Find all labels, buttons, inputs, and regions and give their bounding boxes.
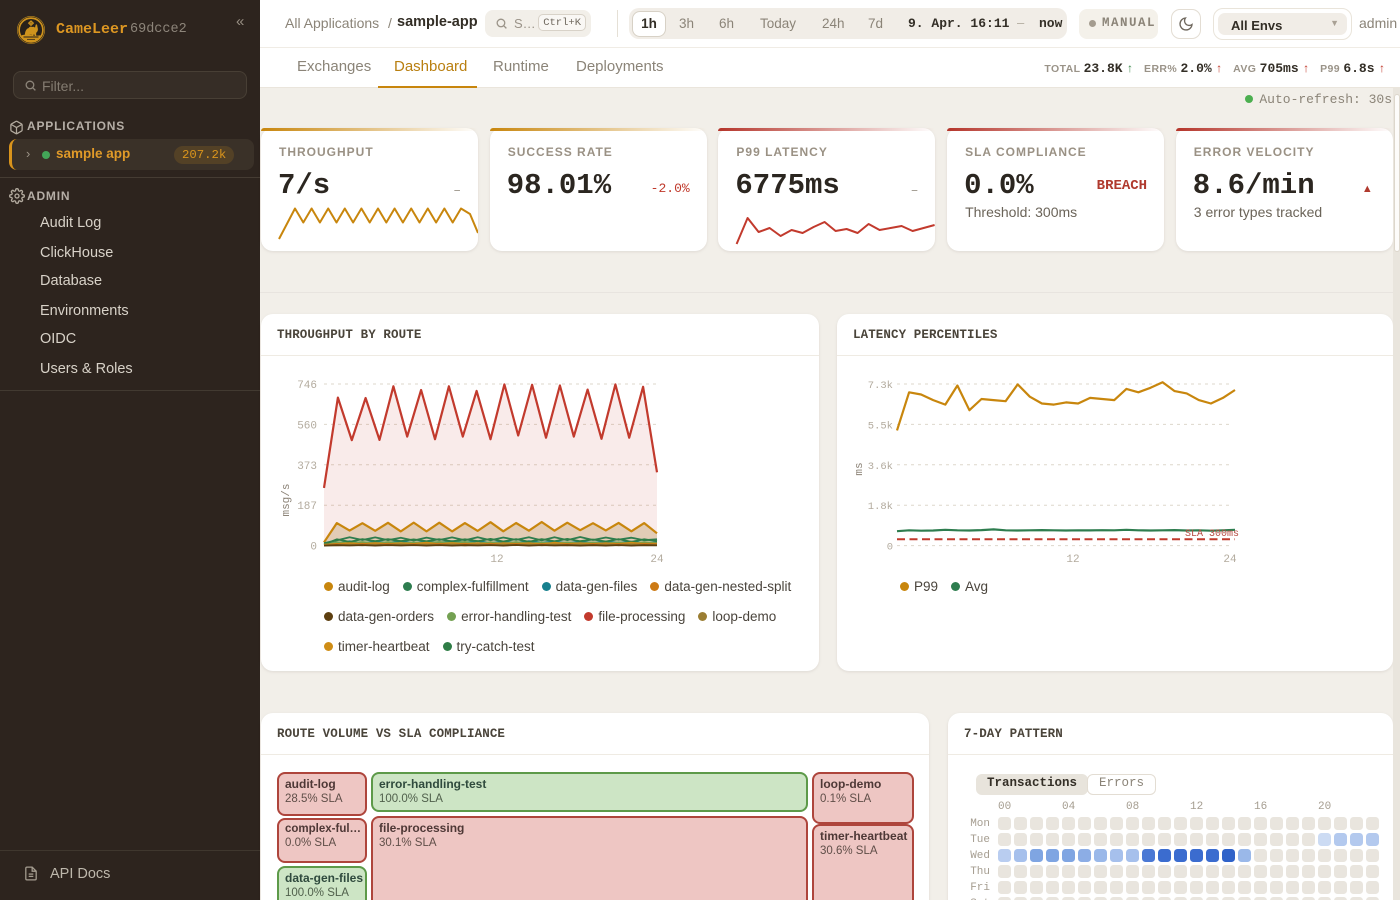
svg-text:746: 746 bbox=[297, 380, 317, 392]
svg-text:373: 373 bbox=[297, 461, 317, 473]
svg-text:187: 187 bbox=[297, 501, 317, 513]
svg-text:24: 24 bbox=[650, 554, 664, 566]
svg-text:msg/s: msg/s bbox=[281, 483, 293, 516]
svg-text:560: 560 bbox=[297, 420, 317, 432]
svg-text:24: 24 bbox=[1223, 554, 1237, 566]
svg-text:0: 0 bbox=[887, 542, 893, 554]
svg-text:ms: ms bbox=[854, 462, 866, 475]
svg-text:5.5k: 5.5k bbox=[868, 420, 893, 432]
svg-text:12: 12 bbox=[490, 554, 503, 566]
svg-text:0: 0 bbox=[310, 542, 317, 554]
svg-text:3.6k: 3.6k bbox=[868, 461, 893, 473]
svg-text:1.8k: 1.8k bbox=[868, 501, 893, 513]
svg-text:SLA 300ms: SLA 300ms bbox=[1185, 529, 1239, 540]
svg-text:12: 12 bbox=[1066, 554, 1079, 566]
svg-text:7.3k: 7.3k bbox=[868, 380, 893, 392]
